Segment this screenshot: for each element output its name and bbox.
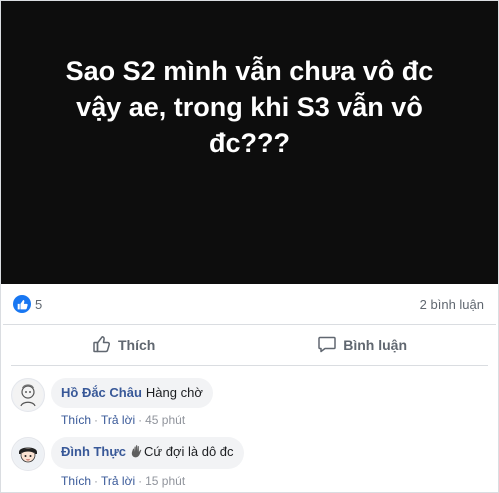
comment-reply-link[interactable]: Trả lời xyxy=(101,474,135,488)
post-text: Sao S2 mình vẫn chưa vô đc vậy ae, trong… xyxy=(65,56,434,158)
comment-meta: Thích · Trả lời · 15 phút xyxy=(61,474,186,488)
comment-reply-link[interactable]: Trả lời xyxy=(101,413,135,427)
comment-time[interactable]: 15 phút xyxy=(145,474,185,488)
comment-button-label: Bình luận xyxy=(343,337,408,353)
comment-list: Hồ Đắc Châu Hàng chờ Thích · Trả lời · 45 phú… xyxy=(1,366,498,488)
comment-item: Đình Thực Cứ đợi là dô đc Thích · Trả lời · 1… xyxy=(1,437,498,488)
comment-like-link[interactable]: Thích xyxy=(61,474,91,488)
comment-count[interactable]: 2 bình luận xyxy=(420,297,484,312)
comment-text: Cứ đợi là dô đc xyxy=(144,444,234,459)
comment-bubble: Hồ Đắc Châu Hàng chờ xyxy=(51,378,213,408)
like-button[interactable]: Thích xyxy=(76,328,171,363)
comment-button[interactable]: Bình luận xyxy=(301,328,423,363)
comment-bubble: Đình Thực Cứ đợi là dô đc xyxy=(51,437,244,469)
reactions-summary[interactable]: 5 xyxy=(13,295,42,313)
comment-like-link[interactable]: Thích xyxy=(61,413,91,427)
comment-item: Hồ Đắc Châu Hàng chờ Thích · Trả lời · 45 phú… xyxy=(1,378,498,427)
post-card: Sao S2 mình vẫn chưa vô đc vậy ae, trong… xyxy=(0,0,499,493)
action-bar: Thích Bình luận xyxy=(11,325,488,366)
comment-text: Hàng chờ xyxy=(145,385,203,400)
comment-author[interactable]: Đình Thực xyxy=(61,444,126,459)
comment-meta: Thích · Trả lời · 45 phút xyxy=(61,413,186,427)
wave-hand-icon xyxy=(131,445,143,462)
like-reaction-icon xyxy=(13,295,31,313)
comment-author[interactable]: Hồ Đắc Châu xyxy=(61,385,142,400)
reaction-count: 5 xyxy=(35,296,43,312)
comment-time[interactable]: 45 phút xyxy=(145,413,185,427)
avatar[interactable] xyxy=(11,437,45,471)
comment-bubble-icon xyxy=(317,334,337,357)
post-banner: Sao S2 mình vẫn chưa vô đc vậy ae, trong… xyxy=(1,1,498,284)
avatar[interactable] xyxy=(11,378,45,412)
post-stats: 5 2 bình luận xyxy=(3,284,496,325)
thumbs-up-icon xyxy=(92,334,112,357)
like-button-label: Thích xyxy=(117,337,156,353)
